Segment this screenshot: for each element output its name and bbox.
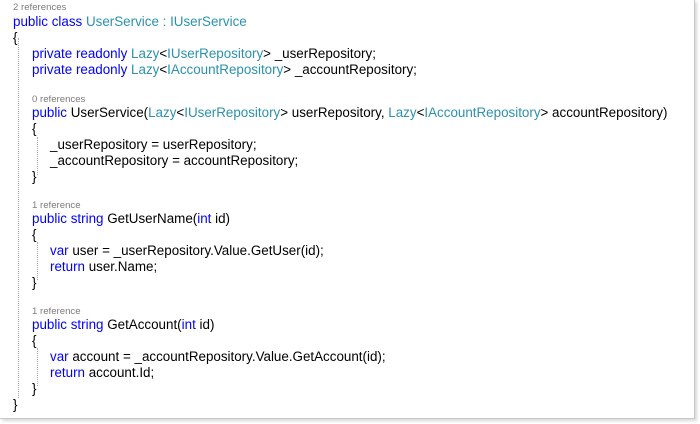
token-lt: < xyxy=(159,62,168,77)
type-iuserservice: IUserService xyxy=(170,14,247,29)
keyword-string: string xyxy=(70,317,104,332)
code-line-field-accountrepository: private readonly Lazy<IAccountRepository… xyxy=(13,62,417,78)
code-line-getaccount-signature: public string GetAccount(int id) xyxy=(13,317,214,333)
type-iaccountrepository: IAccountRepository xyxy=(167,62,284,77)
class-name-token: UserService : xyxy=(82,14,171,29)
code-line-getusername-brace-open: { xyxy=(32,227,37,242)
param-accountrepository: > accountRepository) xyxy=(540,105,668,120)
type-iaccountrepository: IAccountRepository xyxy=(424,105,541,120)
code-line-getusername-return: return user.Name; xyxy=(13,259,157,275)
field-name-accountrepository: > _accountRepository; xyxy=(283,62,417,77)
code-editor[interactable]: 2 references public class UserService : … xyxy=(0,0,695,419)
type-lazy: Lazy xyxy=(131,46,160,61)
type-iuserrepository: IUserRepository xyxy=(184,105,281,120)
code-line-getaccount-return: return account.Id; xyxy=(13,365,154,381)
keyword-int: int xyxy=(181,317,196,332)
param-id: id) xyxy=(211,211,231,226)
keyword-public: public xyxy=(32,317,67,332)
codelens-class-references[interactable]: 2 references xyxy=(13,2,66,14)
token-lt: < xyxy=(159,46,168,61)
code-line-ctor-brace-open: { xyxy=(32,121,37,136)
keyword-return: return xyxy=(50,365,85,380)
method-name-getaccount: GetAccount( xyxy=(103,317,182,332)
code-line-ctor-assign-account: _accountRepository = accountRepository; xyxy=(50,153,299,168)
param-id: id) xyxy=(195,317,215,332)
code-line-ctor-signature: public UserService(Lazy<IUserRepository>… xyxy=(13,105,667,121)
keyword-private: private xyxy=(32,46,73,61)
stmt-return-id: account.Id; xyxy=(84,365,155,380)
param-userrepository: > userRepository, xyxy=(280,105,389,120)
keyword-return: return xyxy=(50,259,85,274)
keyword-var: var xyxy=(50,243,69,258)
type-lazy: Lazy xyxy=(388,105,417,120)
field-name-userrepository: > _userRepository; xyxy=(263,46,376,61)
code-line-getaccount-brace-open: { xyxy=(32,333,37,348)
keyword-public: public xyxy=(13,14,48,29)
type-lazy: Lazy xyxy=(131,62,160,77)
stmt-return-name: user.Name; xyxy=(84,259,158,274)
code-line-class-declaration: public class UserService : IUserService xyxy=(13,14,247,30)
code-line-field-userrepository: private readonly Lazy<IUserRepository> _… xyxy=(13,46,376,62)
code-line-brace-close: } xyxy=(13,397,18,412)
keyword-readonly: readonly xyxy=(75,46,128,61)
code-line-getusername-var: var user = _userRepository.Value.GetUser… xyxy=(13,243,324,259)
stmt-account-assign: account = _accountRepository.Value.GetAc… xyxy=(68,349,386,364)
code-line-getaccount-var: var account = _accountRepository.Value.G… xyxy=(13,349,386,365)
keyword-public: public xyxy=(32,211,67,226)
keyword-string: string xyxy=(70,211,104,226)
code-line-getaccount-brace-close: } xyxy=(32,381,37,396)
keyword-var: var xyxy=(50,349,69,364)
keyword-int: int xyxy=(197,211,212,226)
keyword-private: private xyxy=(32,62,73,77)
ctor-name: UserService( xyxy=(67,105,149,120)
keyword-public: public xyxy=(32,105,67,120)
method-name-getusername: GetUserName( xyxy=(103,211,198,226)
keyword-readonly: readonly xyxy=(75,62,128,77)
keyword-class: class xyxy=(51,14,83,29)
type-lazy: Lazy xyxy=(148,105,177,120)
code-line-getusername-brace-close: } xyxy=(32,275,37,290)
code-line-ctor-brace-close: } xyxy=(32,169,37,184)
type-iuserrepository: IUserRepository xyxy=(167,46,264,61)
stmt-user-assign: user = _userRepository.Value.GetUser(id)… xyxy=(68,243,324,258)
code-line-brace-open: { xyxy=(13,30,18,45)
code-line-getusername-signature: public string GetUserName(int id) xyxy=(13,211,230,227)
code-line-ctor-assign-user: _userRepository = userRepository; xyxy=(50,137,257,152)
